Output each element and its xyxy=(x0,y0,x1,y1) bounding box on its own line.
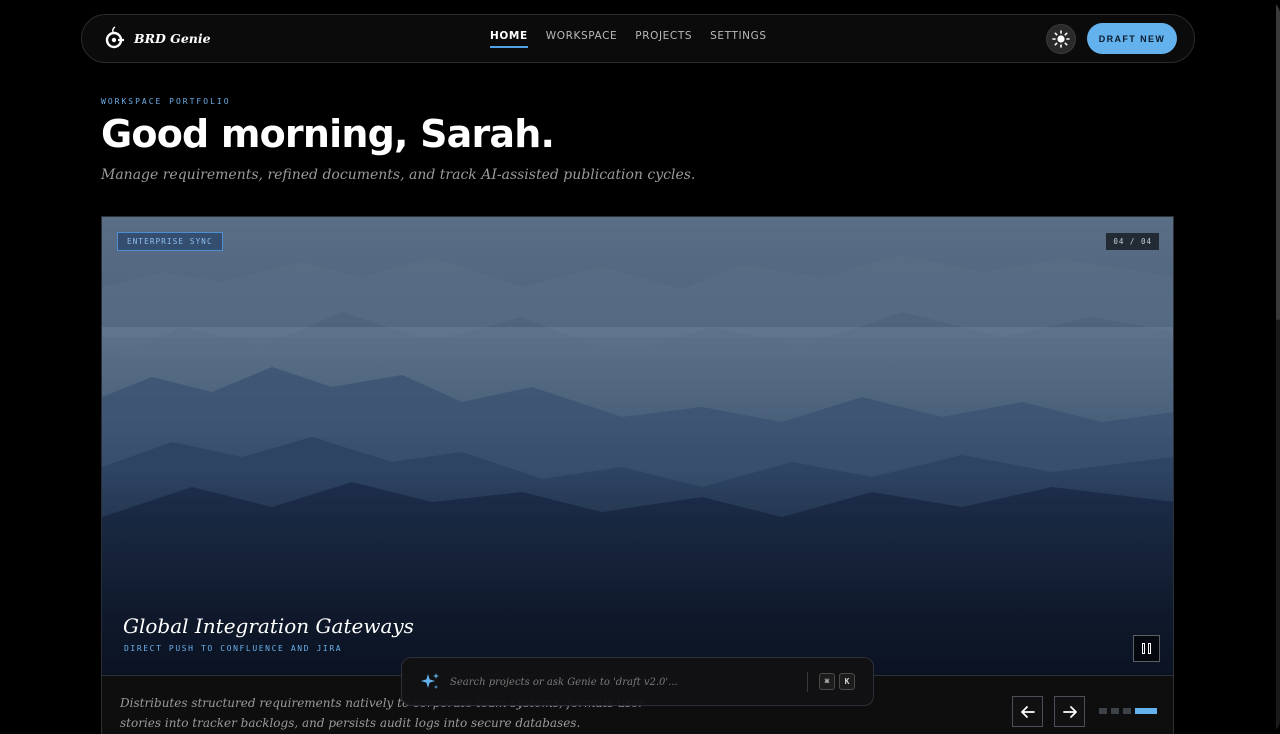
theme-toggle-button[interactable] xyxy=(1046,24,1076,54)
scrollbar-thumb[interactable] xyxy=(1276,0,1280,320)
slide-indicators xyxy=(1099,708,1157,714)
pause-button[interactable] xyxy=(1133,635,1160,662)
slide-dot-3[interactable] xyxy=(1123,708,1131,714)
shortcut-key-k: K xyxy=(839,673,855,690)
arrow-left-icon xyxy=(1020,705,1035,718)
nav-link-home[interactable]: HOME xyxy=(490,30,528,48)
nav-link-projects[interactable]: PROJECTS xyxy=(635,30,692,48)
nav-links: HOME WORKSPACE PROJECTS SETTINGS xyxy=(490,30,767,48)
nav-link-workspace[interactable]: WORKSPACE xyxy=(546,30,618,48)
section-eyebrow: WORKSPACE PORTFOLIO xyxy=(101,97,231,106)
sun-icon xyxy=(1052,30,1070,48)
slide-dot-1[interactable] xyxy=(1099,708,1107,714)
brand[interactable]: BRD Genie xyxy=(104,26,211,50)
shortcut-key-cmd: ⌘ xyxy=(819,673,835,690)
hero-carousel: ENTERPRISE SYNC 04 / 04 Global Integrati… xyxy=(101,216,1174,676)
pause-icon-bar xyxy=(1148,643,1151,654)
top-nav: BRD Genie HOME WORKSPACE PROJECTS SETTIN… xyxy=(81,14,1195,63)
page-subtitle: Manage requirements, refined documents, … xyxy=(101,167,696,183)
brand-name: BRD Genie xyxy=(134,30,211,46)
pause-icon xyxy=(1142,643,1145,654)
slide-counter: 04 / 04 xyxy=(1106,233,1159,250)
sparkle-icon xyxy=(421,673,439,689)
draft-new-button[interactable]: DRAFT NEW xyxy=(1087,23,1177,54)
hero-tag-badge: ENTERPRISE SYNC xyxy=(117,232,223,251)
next-slide-button[interactable] xyxy=(1054,696,1085,727)
arrow-right-icon xyxy=(1062,705,1077,718)
command-search-bar: ⌘ K xyxy=(401,657,874,706)
search-divider xyxy=(807,672,808,692)
hero-subtitle: DIRECT PUSH TO CONFLUENCE AND JIRA xyxy=(124,644,343,653)
search-input[interactable] xyxy=(450,673,800,691)
slide-dot-2[interactable] xyxy=(1111,708,1119,714)
nav-link-settings[interactable]: SETTINGS xyxy=(710,30,767,48)
genie-lamp-logo-icon xyxy=(105,26,124,49)
page-title: Good morning, Sarah. xyxy=(101,112,555,156)
hero-title: Global Integration Gateways xyxy=(123,614,414,638)
prev-slide-button[interactable] xyxy=(1012,696,1043,727)
app-frame: BRD Genie HOME WORKSPACE PROJECTS SETTIN… xyxy=(0,0,1280,734)
mountain-landscape-image xyxy=(102,217,1173,675)
slide-dot-4[interactable] xyxy=(1135,708,1157,714)
